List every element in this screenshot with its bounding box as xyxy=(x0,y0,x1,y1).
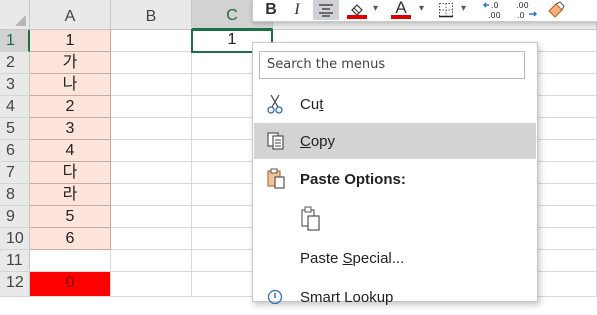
cell-b4[interactable] xyxy=(111,96,192,118)
paste-option-default-row xyxy=(254,199,536,239)
font-color-dropdown-icon[interactable]: ▾ xyxy=(419,3,424,14)
bold-button[interactable]: B xyxy=(261,0,281,20)
cell-b7[interactable] xyxy=(111,162,192,184)
column-header-a[interactable]: A xyxy=(30,0,111,30)
format-painter-icon xyxy=(548,1,565,18)
cell-b2[interactable] xyxy=(111,52,192,74)
copy-label: Copy xyxy=(300,132,336,150)
cell-right-5[interactable] xyxy=(538,118,597,140)
copy-icon xyxy=(266,131,296,151)
column-header-b[interactable]: B xyxy=(111,0,192,30)
search-menus-input[interactable]: Search the menus xyxy=(259,51,525,79)
cut-label: Cut xyxy=(300,95,324,113)
clipboard-icon xyxy=(266,168,296,190)
context-menu: Search the menus Cut Copy Paste Options:… xyxy=(252,42,538,306)
cell-b10[interactable] xyxy=(111,228,192,250)
paste-clipboard-icon xyxy=(301,206,320,231)
cell-b1[interactable] xyxy=(111,30,192,52)
cell-right-4[interactable] xyxy=(538,96,597,118)
cell-right-8[interactable] xyxy=(538,184,597,206)
menu-item-cut[interactable]: Cut xyxy=(254,86,536,122)
borders-icon xyxy=(439,3,453,18)
cell-b3[interactable] xyxy=(111,74,192,96)
smart-lookup-label: Smart Lookup xyxy=(300,288,394,306)
row-header-11[interactable]: 11 xyxy=(0,250,30,272)
center-align-button[interactable] xyxy=(313,0,339,20)
cell-right-9[interactable] xyxy=(538,206,597,228)
paste-options-label: Paste Options: xyxy=(300,170,406,188)
menu-item-copy[interactable]: Copy xyxy=(254,123,536,159)
cell-a6[interactable]: 4 xyxy=(30,140,111,162)
cell-a10[interactable]: 6 xyxy=(30,228,111,250)
fill-color-dropdown-icon[interactable]: ▾ xyxy=(373,3,378,14)
cell-right-12[interactable] xyxy=(538,272,597,297)
center-align-icon xyxy=(319,4,333,17)
row-header-1[interactable]: 1 xyxy=(0,30,30,52)
row-header-6[interactable]: 6 xyxy=(0,140,30,162)
select-all-corner[interactable] xyxy=(0,0,30,30)
borders-dropdown-icon[interactable]: ▾ xyxy=(461,3,466,14)
cell-a4[interactable]: 2 xyxy=(30,96,111,118)
row-header-8[interactable]: 8 xyxy=(0,184,30,206)
decrease-decimal-icon: .00.0 xyxy=(516,1,537,20)
cell-a12[interactable]: 0 xyxy=(30,272,111,297)
paste-options-header: Paste Options: xyxy=(254,161,536,197)
mini-toolbar: B I ▾ A ▾ ▾ .0.00 .00.0 xyxy=(252,0,597,22)
row-header-12[interactable]: 12 xyxy=(0,272,30,297)
cell-right-6[interactable] xyxy=(538,140,597,162)
cell-right-3[interactable] xyxy=(538,74,597,96)
decrease-decimal-button[interactable]: .00.0 xyxy=(513,0,541,20)
row-header-7[interactable]: 7 xyxy=(0,162,30,184)
cell-a2[interactable]: 가 xyxy=(30,52,111,74)
cell-b12[interactable] xyxy=(111,272,192,297)
cell-right-7[interactable] xyxy=(538,162,597,184)
svg-text:.00: .00 xyxy=(488,11,501,20)
increase-decimal-icon: .0.00 xyxy=(483,1,501,20)
borders-button[interactable] xyxy=(435,0,457,20)
smart-lookup-icon xyxy=(266,288,296,306)
cell-b6[interactable] xyxy=(111,140,192,162)
font-color-button[interactable]: A xyxy=(389,0,413,20)
paste-special-label: Paste Special... xyxy=(300,249,405,267)
fill-color-swatch xyxy=(347,15,367,19)
svg-text:.00: .00 xyxy=(516,1,529,10)
cell-a5[interactable]: 3 xyxy=(30,118,111,140)
select-all-triangle-icon xyxy=(15,15,26,26)
cell-a1[interactable]: 1 xyxy=(30,30,111,52)
cell-a3[interactable]: 나 xyxy=(30,74,111,96)
increase-decimal-button[interactable]: .0.00 xyxy=(481,0,509,20)
fill-color-button[interactable] xyxy=(345,0,369,20)
cell-a9[interactable]: 5 xyxy=(30,206,111,228)
cell-b11[interactable] xyxy=(111,250,192,272)
scissors-icon xyxy=(266,94,296,114)
italic-button[interactable]: I xyxy=(287,0,307,20)
row-header-3[interactable]: 3 xyxy=(0,74,30,96)
cell-b9[interactable] xyxy=(111,206,192,228)
cell-right-2[interactable] xyxy=(538,52,597,74)
font-color-swatch xyxy=(391,15,411,19)
menu-item-paste-special[interactable]: Paste Special... xyxy=(254,240,536,276)
svg-text:.0: .0 xyxy=(517,11,525,20)
svg-text:.0: .0 xyxy=(491,1,499,10)
cell-a8[interactable]: 라 xyxy=(30,184,111,206)
row-header-10[interactable]: 10 xyxy=(0,228,30,250)
row-header-2[interactable]: 2 xyxy=(0,52,30,74)
cell-b5[interactable] xyxy=(111,118,192,140)
cell-right-10[interactable] xyxy=(538,228,597,250)
cell-right-11[interactable] xyxy=(538,250,597,272)
cell-a11[interactable] xyxy=(30,250,111,272)
paste-default-button[interactable] xyxy=(300,206,322,232)
menu-item-smart-lookup[interactable]: Smart Lookup xyxy=(254,279,536,315)
cell-a7[interactable]: 다 xyxy=(30,162,111,184)
cell-b8[interactable] xyxy=(111,184,192,206)
row-header-5[interactable]: 5 xyxy=(0,118,30,140)
row-header-9[interactable]: 9 xyxy=(0,206,30,228)
row-header-4[interactable]: 4 xyxy=(0,96,30,118)
format-painter-button[interactable] xyxy=(543,0,569,20)
